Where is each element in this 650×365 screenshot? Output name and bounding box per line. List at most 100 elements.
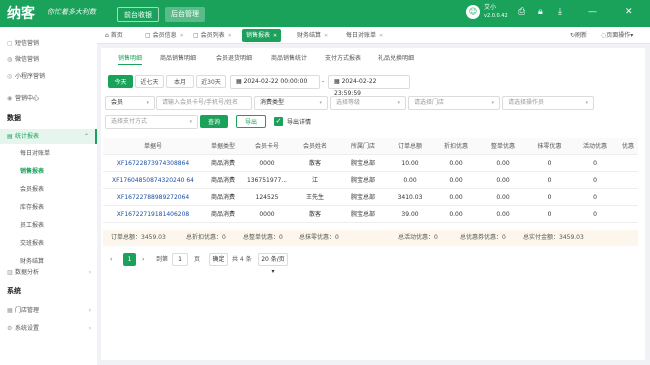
close-icon[interactable]: ✕	[625, 7, 633, 17]
col-header-whole[interactable]: 整单优惠	[479, 138, 527, 155]
subtab-gift-detail[interactable]: 礼品兑换明细	[378, 53, 414, 65]
sidebar-item-wechat[interactable]: ◍ 微信营销	[0, 52, 97, 67]
table-cell: 39.00	[401, 211, 419, 218]
page-size-select[interactable]: 20 条/页 ▾	[258, 253, 288, 275]
subtab-return-detail[interactable]: 会员退货明细	[216, 53, 252, 65]
tab-member-list[interactable]: ▢ 会员列表 ✕	[189, 29, 236, 42]
col-header-store[interactable]: 所属门店	[339, 138, 387, 155]
close-icon[interactable]: ✕	[273, 33, 277, 39]
order-link[interactable]: XF17604850874320240 64	[103, 172, 203, 189]
payment-method-select[interactable]: 选择支付方式 ▾	[105, 115, 198, 129]
sidebar-item-analysis[interactable]: ▥ 数据分析 ›	[0, 265, 97, 280]
tab-finance[interactable]: 财务结算 ✕	[293, 29, 332, 42]
store-select[interactable]: 请选择门店 ▾	[408, 96, 500, 110]
member-search-input[interactable]: 请输入会员卡号/手机号/姓名	[156, 96, 252, 110]
query-button[interactable]: 查询	[200, 115, 228, 128]
order-link[interactable]: XF16722719181406208	[103, 206, 203, 223]
col-header-order-no[interactable]: 单据号	[103, 138, 203, 155]
home-icon: ⌂	[105, 32, 109, 39]
prev-page-icon[interactable]: ‹	[110, 254, 112, 266]
sidebar-item-settings[interactable]: ⚙ 系统设置 ›	[0, 321, 97, 336]
table-row[interactable]: XF16722719181406208 商品消费 0000 散客 腕宝总部 39.00 0.…	[103, 206, 638, 223]
table-row[interactable]: XF16722873974308864 商品消费 0000 散客 腕宝总部 10.00 0.…	[103, 155, 638, 172]
sidebar-item-marketing[interactable]: ◉ 营销中心	[0, 91, 97, 106]
col-header-card[interactable]: 会员卡号	[243, 138, 291, 155]
summary-bar: 订单总额：3459.03 总折扣优惠：0 总整单优惠：0 总抹零优惠：0 总活动…	[103, 230, 638, 246]
download-icon[interactable]: ⤓	[558, 7, 562, 17]
date-end-input[interactable]: ▦ 2024-02-22 23:59:59	[328, 75, 410, 97]
order-link[interactable]: XF16722873974308864	[103, 155, 203, 172]
table-cell: 136751977...	[246, 177, 288, 184]
minimize-icon[interactable]: —	[588, 7, 597, 17]
tab-member-info[interactable]: ▢ 会员信息 ✕	[141, 29, 188, 42]
subtab-product-sales-detail[interactable]: 商品销售明细	[160, 53, 196, 65]
tab-sales-report[interactable]: 销售报表 ✕	[242, 29, 282, 42]
table-cell: 散客	[308, 160, 321, 167]
order-link[interactable]: XF16722788989272064	[103, 189, 203, 206]
col-header-coupon[interactable]: 优惠	[618, 138, 638, 155]
col-header-type[interactable]: 单据类型	[203, 138, 243, 155]
table-row[interactable]: XF17604850874320240 64 商品消费 136751977... 江 腕…	[103, 172, 638, 189]
member-type-select[interactable]: 会员 ▾	[105, 96, 155, 110]
printer-icon[interactable]: ⎙	[518, 7, 525, 17]
refresh-button[interactable]: ↻刷新	[570, 29, 587, 42]
level-select[interactable]: 选择等级 ▾	[330, 96, 406, 110]
close-icon[interactable]: ✕	[324, 33, 328, 39]
sidebar-sub-stock[interactable]: 库存报表	[0, 200, 97, 215]
col-header-total[interactable]: 订单总额	[387, 138, 433, 155]
subtab-payment-report[interactable]: 支付方式报表	[325, 53, 361, 65]
col-header-round[interactable]: 抹零优惠	[527, 138, 572, 155]
tab-daily[interactable]: 每日对账单 ✕	[342, 29, 387, 42]
target-icon: ◉	[7, 95, 13, 102]
subtab-product-sales-stats[interactable]: 商品销售统计	[271, 53, 307, 65]
goto-page-input[interactable]: 1	[172, 253, 188, 266]
sidebar-section-system: 系统	[7, 287, 21, 295]
lock-icon[interactable]: 🔒︎	[538, 7, 543, 17]
summary-coupon: 总优惠券优惠：0	[460, 234, 506, 241]
last30days-button[interactable]: 近30天	[196, 75, 226, 88]
export-detail-checkbox[interactable]: ✓	[274, 117, 283, 126]
table-cell: 0	[547, 194, 552, 201]
avatar[interactable]: ☺	[466, 5, 480, 19]
sidebar-sub-shift[interactable]: 交班报表	[0, 236, 97, 251]
sidebar-sub-member[interactable]: 会员报表	[0, 182, 97, 197]
export-button[interactable]: 导出	[236, 115, 266, 128]
table-cell: 商品消费	[210, 194, 235, 201]
sidebar-item-store[interactable]: ▦ 门店管理 ›	[0, 303, 97, 318]
page-current[interactable]: 1	[123, 253, 136, 266]
sidebar-sub-daily[interactable]: 每日对账单	[0, 146, 97, 161]
close-icon[interactable]: ✕	[180, 33, 184, 39]
this-month-button[interactable]: 本月	[166, 75, 194, 88]
table-cell: 腕宝总部	[350, 177, 375, 184]
page-ops-button[interactable]: ◌页面操作▾	[601, 29, 633, 42]
sidebar-item-sms[interactable]: ▢ 短信营销	[0, 36, 97, 51]
table-cell: 0.00	[449, 177, 463, 184]
sidebar-sub-staff[interactable]: 员工报表	[0, 218, 97, 233]
sidebar: ▢ 短信营销 ◍ 微信营销 ◎ 小程序营销 ◉ 营销中心 数据 ▤ 统计报表 ⌃ 每日对账单…	[0, 27, 97, 365]
close-icon[interactable]: ✕	[228, 33, 232, 39]
user-info[interactable]: 艾小 v2.0.0.42	[484, 4, 508, 20]
col-header-discount[interactable]: 折扣优惠	[433, 138, 479, 155]
col-header-name[interactable]: 会员姓名	[291, 138, 339, 155]
next-page-icon[interactable]: ›	[142, 254, 144, 266]
sidebar-item-miniprogram[interactable]: ◎ 小程序营销	[0, 69, 97, 84]
table-header: 单据号 单据类型 会员卡号 会员姓名 所属门店 订单总额 折扣优惠 整单优惠 抹…	[103, 138, 638, 155]
consume-type-select[interactable]: 消费类型 ▾	[254, 96, 328, 110]
goto-confirm-button[interactable]: 确定	[209, 253, 228, 266]
tab-home[interactable]: ⌂ 首页	[101, 29, 127, 42]
subtab-sales-detail[interactable]: 销售明细	[118, 53, 143, 65]
col-header-activity[interactable]: 活动优惠	[572, 138, 618, 155]
last7days-button[interactable]: 近七天	[135, 75, 164, 88]
table-cell: 散客	[308, 211, 321, 218]
table-cell: 商品消费	[210, 211, 235, 218]
date-start-input[interactable]: ▦ 2024-02-22 00:00:00	[230, 75, 320, 89]
back-admin-button[interactable]: 后台管理	[165, 7, 205, 22]
table-row[interactable]: XF16722788989272064 商品消费 124525 王先生 腕宝总部 3410…	[103, 189, 638, 206]
sidebar-item-stats[interactable]: ▤ 统计报表 ⌃	[0, 129, 97, 144]
front-cashier-button[interactable]: 前台收银	[117, 7, 159, 22]
today-button[interactable]: 今天	[108, 75, 133, 88]
close-icon[interactable]: ✕	[379, 33, 383, 39]
operator-select[interactable]: 请选择操作员 ▾	[502, 96, 594, 110]
document-icon: ▢	[193, 32, 199, 39]
sidebar-sub-sales[interactable]: 销售报表	[0, 164, 97, 179]
